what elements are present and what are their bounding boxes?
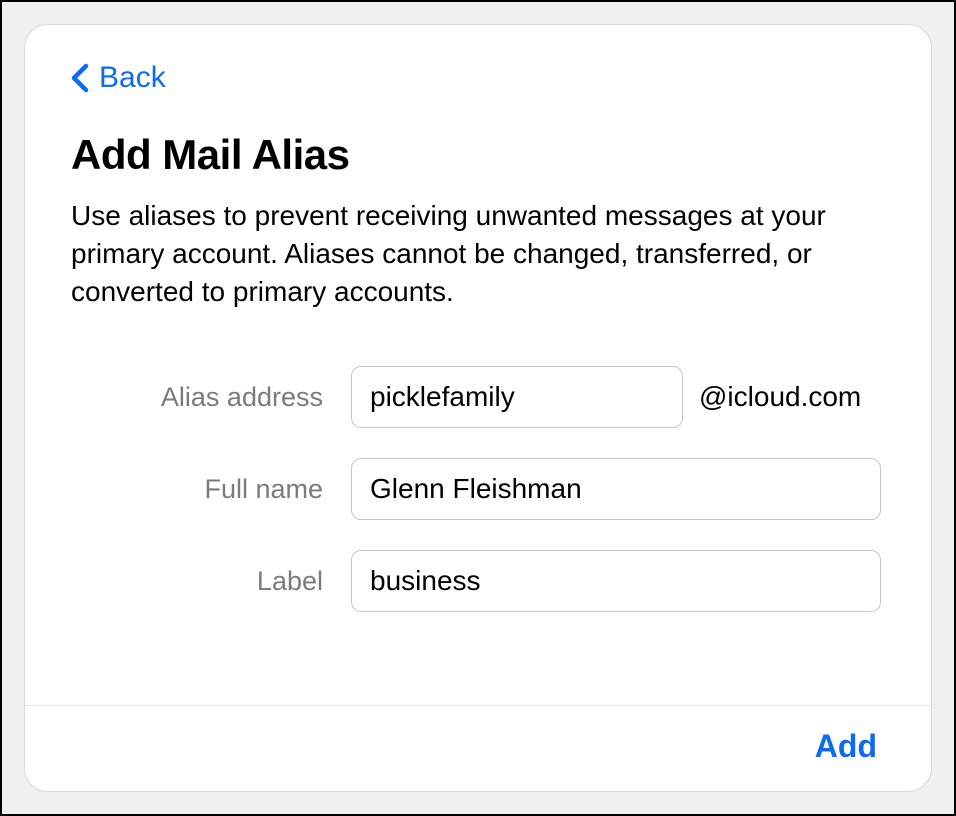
fullname-label: Full name — [71, 474, 351, 505]
fullname-input[interactable] — [351, 458, 881, 520]
fullname-input-wrap — [351, 458, 885, 520]
page-title: Add Mail Alias — [71, 131, 885, 179]
label-input-wrap — [351, 550, 885, 612]
dialog-card: Back Add Mail Alias Use aliases to preve… — [24, 24, 932, 792]
dialog-body: Back Add Mail Alias Use aliases to preve… — [25, 25, 931, 705]
fullname-row: Full name — [71, 458, 885, 520]
page-description: Use aliases to prevent receiving unwante… — [71, 197, 885, 310]
back-button[interactable]: Back — [71, 61, 166, 95]
label-row: Label — [71, 550, 885, 612]
alias-input-wrap: @icloud.com — [351, 366, 885, 428]
dialog-footer: Add — [25, 705, 931, 791]
alias-address-input[interactable] — [351, 366, 683, 428]
label-field-label: Label — [71, 566, 351, 597]
back-label: Back — [99, 61, 166, 95]
alias-domain-suffix: @icloud.com — [699, 381, 861, 413]
alias-address-row: Alias address @icloud.com — [71, 366, 885, 428]
chevron-left-icon — [71, 63, 89, 93]
label-input[interactable] — [351, 550, 881, 612]
alias-address-label: Alias address — [71, 382, 351, 413]
add-button[interactable]: Add — [807, 724, 885, 769]
